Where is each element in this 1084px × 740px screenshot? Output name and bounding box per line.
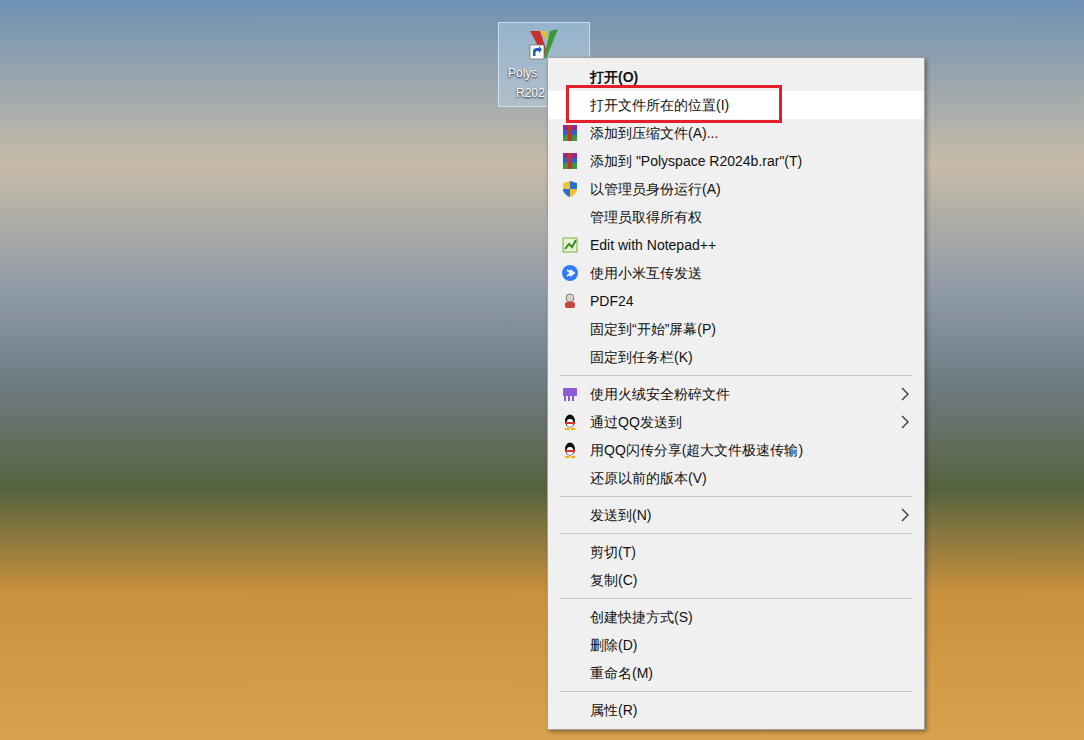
menu-separator [548, 594, 924, 603]
menu-separator [548, 687, 924, 696]
qq-penguin-icon [561, 413, 579, 431]
menu-item[interactable]: 删除(D) [548, 631, 924, 659]
menu-item[interactable]: 用QQ闪传分享(超大文件极速传输) [548, 436, 924, 464]
menu-item[interactable]: Edit with Notepad++ [548, 231, 924, 259]
menu-item[interactable]: 发送到(N) [548, 501, 924, 529]
menu-item[interactable]: 使用小米互传发送 [548, 259, 924, 287]
menu-item[interactable]: 添加到 "Polyspace R2024b.rar"(T) [548, 147, 924, 175]
qq-penguin-icon [561, 441, 579, 459]
menu-item[interactable]: 管理员取得所有权 [548, 203, 924, 231]
notepad-plus-icon [561, 236, 579, 254]
menu-group: 剪切(T)复制(C) [548, 529, 924, 594]
menu-group: 打开(O)打开文件所在的位置(I)添加到压缩文件(A)...添加到 "Polys… [548, 63, 924, 371]
submenu-arrow-icon [900, 508, 910, 522]
menu-separator [548, 371, 924, 380]
context-menu: 打开(O)打开文件所在的位置(I)添加到压缩文件(A)...添加到 "Polys… [547, 57, 925, 730]
menu-item-icon-slot [561, 413, 579, 431]
transfer-icon [561, 264, 579, 282]
menu-item-icon-slot [561, 124, 579, 142]
shield-icon [561, 180, 579, 198]
menu-item[interactable]: 剪切(T) [548, 538, 924, 566]
archive-icon [561, 124, 579, 142]
menu-item[interactable]: 重命名(M) [548, 659, 924, 687]
menu-item-icon-slot [561, 264, 579, 282]
pdf24-icon [561, 292, 579, 310]
menu-item[interactable]: PDF24 [548, 287, 924, 315]
menu-item[interactable]: 复制(C) [548, 566, 924, 594]
menu-item[interactable]: 属性(R) [548, 696, 924, 724]
menu-item-icon-slot [561, 180, 579, 198]
menu-item[interactable]: 添加到压缩文件(A)... [548, 119, 924, 147]
archive-icon [561, 152, 579, 170]
menu-item[interactable]: 打开文件所在的位置(I) [548, 91, 924, 119]
menu-item[interactable]: 使用火绒安全粉碎文件 [548, 380, 924, 408]
menu-item[interactable]: 通过QQ发送到 [548, 408, 924, 436]
shredder-icon [561, 385, 579, 403]
menu-item[interactable]: 固定到任务栏(K) [548, 343, 924, 371]
submenu-arrow-icon [900, 415, 910, 429]
menu-separator [548, 492, 924, 501]
menu-item-icon-slot [561, 385, 579, 403]
desktop: PolysR202打开(O)打开文件所在的位置(I)添加到压缩文件(A)...添… [0, 0, 1084, 740]
menu-item[interactable]: 固定到“开始”屏幕(P) [548, 315, 924, 343]
menu-item[interactable]: 打开(O) [548, 63, 924, 91]
menu-group: 发送到(N) [548, 492, 924, 529]
menu-group: 属性(R) [548, 687, 924, 724]
shortcut-label: R202 [499, 83, 545, 103]
shortcut-label: Polys [499, 63, 537, 83]
menu-item[interactable]: 还原以前的版本(V) [548, 464, 924, 492]
menu-item-icon-slot [561, 236, 579, 254]
menu-item-icon-slot [561, 441, 579, 459]
menu-group: 创建快捷方式(S)删除(D)重命名(M) [548, 594, 924, 687]
menu-separator [548, 529, 924, 538]
menu-item-icon-slot [561, 292, 579, 310]
submenu-arrow-icon [900, 387, 910, 401]
menu-item[interactable]: 以管理员身份运行(A) [548, 175, 924, 203]
menu-group: 使用火绒安全粉碎文件通过QQ发送到用QQ闪传分享(超大文件极速传输)还原以前的版… [548, 371, 924, 492]
annotation-box [566, 85, 782, 123]
menu-item[interactable]: 创建快捷方式(S) [548, 603, 924, 631]
menu-item-icon-slot [561, 152, 579, 170]
